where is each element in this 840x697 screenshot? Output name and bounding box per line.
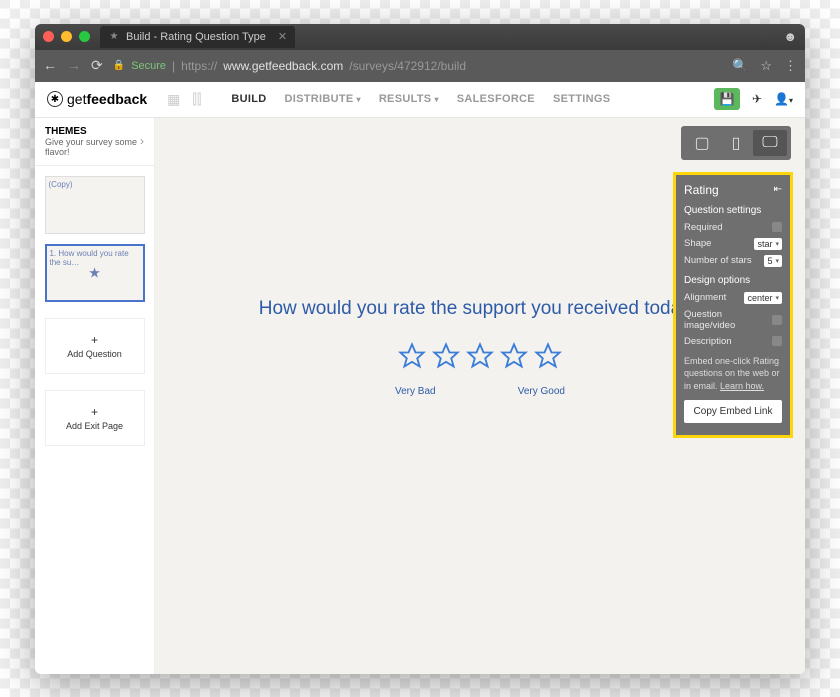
description-checkbox[interactable]	[772, 336, 782, 346]
question-image-checkbox[interactable]	[772, 315, 782, 325]
section-design-options: Design options	[684, 275, 782, 286]
learn-how-link[interactable]: Learn how.	[720, 381, 764, 391]
nav-controls: ← → ⟳	[43, 57, 103, 74]
results-icon[interactable]: ⫿⫿	[192, 91, 201, 108]
chevron-right-icon: ›	[140, 134, 144, 148]
logo-icon: ✱	[47, 91, 63, 107]
shape-select[interactable]: star▾	[754, 238, 782, 250]
sidebar: THEMES Give your survey some flavor! › (…	[35, 118, 155, 674]
tab-settings[interactable]: SETTINGS	[553, 93, 610, 105]
incognito-icon: ☻	[783, 29, 797, 44]
star-2[interactable]	[432, 342, 460, 370]
rating-label-min: Very Bad	[395, 386, 436, 397]
app-body: THEMES Give your survey some flavor! › (…	[35, 118, 805, 674]
app-bar: ✱ getfeedback ▦ ⫿⫿ BUILD DISTRIBUTE▾ RES…	[35, 82, 805, 118]
close-tab-icon[interactable]: ✕	[278, 30, 287, 43]
tab-distribute[interactable]: DISTRIBUTE▾	[284, 93, 360, 105]
plus-icon: +	[91, 333, 98, 347]
add-question-button[interactable]: + Add Question	[45, 318, 145, 374]
star-icon: ★	[88, 264, 101, 281]
section-question-settings: Question settings	[684, 205, 782, 216]
reload-button[interactable]: ⟳	[91, 57, 103, 74]
secure-label: Secure	[131, 60, 166, 72]
rating-label-max: Very Good	[518, 386, 565, 397]
titlebar: ★ Build - Rating Question Type ✕ ☻	[35, 24, 805, 50]
numstars-select[interactable]: 5▾	[764, 255, 782, 267]
bookmark-star-icon[interactable]: ☆	[760, 58, 772, 74]
themes-header[interactable]: THEMES Give your survey some flavor! ›	[35, 118, 154, 166]
page-thumb-rating[interactable]: 1. How would you rate the su… ★	[45, 244, 145, 302]
back-button[interactable]: ←	[43, 57, 57, 74]
copy-embed-link-button[interactable]: Copy Embed Link	[684, 400, 782, 423]
alignment-label: Alignment	[684, 292, 726, 303]
tab-favicon-star-icon: ★	[108, 31, 120, 43]
maximize-window-button[interactable]	[79, 31, 90, 42]
shape-label: Shape	[684, 238, 711, 249]
phone-icon[interactable]: ▯	[719, 130, 753, 156]
grid-view-icon[interactable]: ▦	[167, 91, 180, 108]
desktop-icon[interactable]: 🖵	[753, 130, 787, 156]
add-exit-page-button[interactable]: + Add Exit Page	[45, 390, 145, 446]
plus-icon: +	[91, 405, 98, 419]
browser-tab[interactable]: ★ Build - Rating Question Type ✕	[100, 26, 295, 48]
tab-title: Build - Rating Question Type	[126, 31, 266, 43]
close-window-button[interactable]	[43, 31, 54, 42]
tab-salesforce[interactable]: SALESFORCE	[457, 93, 535, 105]
save-button[interactable]: 💾	[714, 88, 740, 110]
lock-icon: 🔒	[113, 60, 125, 71]
user-menu[interactable]: 👤▾	[774, 92, 793, 106]
star-1[interactable]	[398, 342, 426, 370]
browser-window: ★ Build - Rating Question Type ✕ ☻ ← → ⟳…	[35, 24, 805, 674]
canvas: ▢ ▯ 🖵 How would you rate the support you…	[155, 118, 805, 674]
device-preview-toggle: ▢ ▯ 🖵	[681, 126, 791, 160]
star-3[interactable]	[466, 342, 494, 370]
url-bar: ← → ⟳ 🔒 Secure | https://www.getfeedback…	[35, 50, 805, 82]
alignment-select[interactable]: center▾	[744, 292, 782, 304]
tab-build[interactable]: BUILD	[231, 93, 266, 105]
panel-title: Rating ⇤	[684, 183, 782, 197]
question-image-label: Question image/video	[684, 309, 772, 331]
minimize-window-button[interactable]	[61, 31, 72, 42]
collapse-icon[interactable]: ⇤	[774, 184, 782, 195]
browser-menu-icon[interactable]: ⋮	[784, 58, 797, 74]
star-5[interactable]	[534, 342, 562, 370]
forward-button: →	[67, 57, 81, 74]
tablet-icon[interactable]: ▢	[685, 130, 719, 156]
address-field[interactable]: 🔒 Secure | https://www.getfeedback.com/s…	[113, 59, 722, 73]
send-icon[interactable]: ✈	[752, 92, 762, 106]
embed-help-text: Embed one-click Rating questions on the …	[684, 355, 782, 393]
tab-results[interactable]: RESULTS▾	[379, 93, 439, 105]
required-label: Required	[684, 222, 723, 233]
numstars-label: Number of stars	[684, 255, 752, 266]
rating-stars	[259, 342, 702, 370]
question-preview: How would you rate the support you recei…	[259, 298, 702, 674]
logo[interactable]: ✱ getfeedback	[47, 91, 147, 107]
question-text[interactable]: How would you rate the support you recei…	[259, 298, 702, 320]
search-icon[interactable]: 🔍	[732, 58, 748, 74]
traffic-lights	[43, 31, 90, 42]
page-thumb-copy[interactable]: (Copy)	[45, 176, 145, 234]
star-4[interactable]	[500, 342, 528, 370]
description-label: Description	[684, 336, 732, 347]
required-checkbox[interactable]	[772, 222, 782, 232]
settings-panel: Rating ⇤ Question settings Required Shap…	[673, 172, 793, 439]
nav-tabs: BUILD DISTRIBUTE▾ RESULTS▾ SALESFORCE SE…	[231, 93, 610, 105]
